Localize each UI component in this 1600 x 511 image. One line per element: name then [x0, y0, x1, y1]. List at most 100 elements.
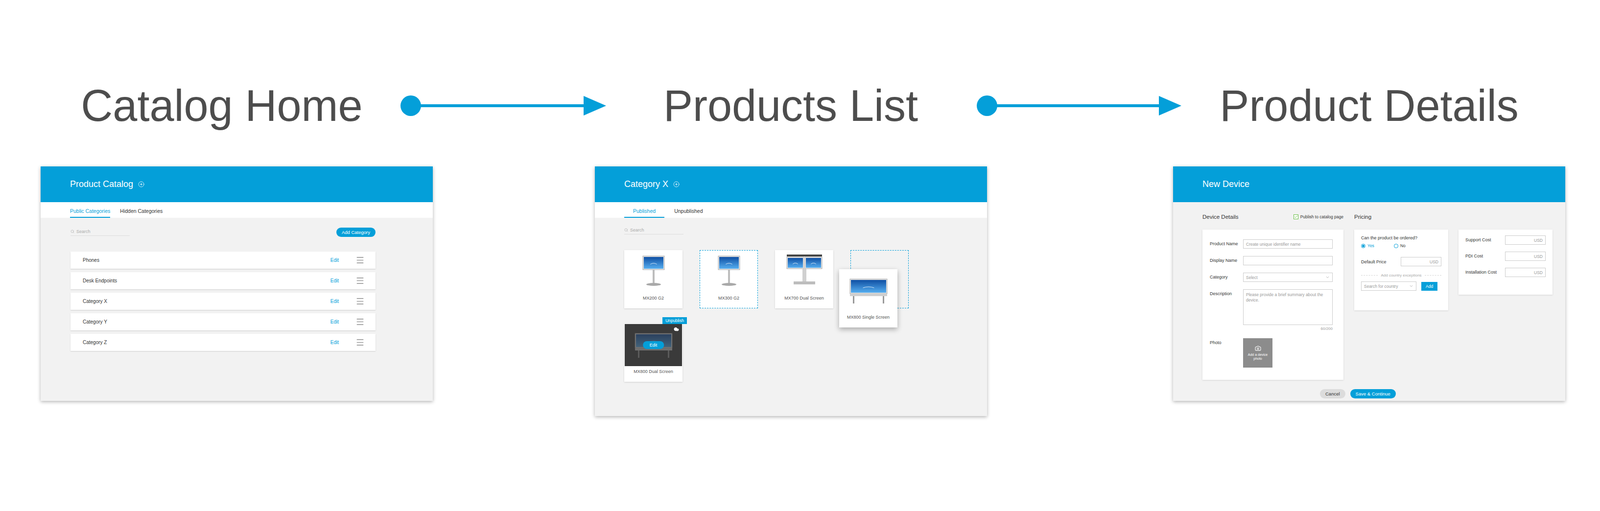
- country-exceptions-label: Add country exceptions: [1361, 273, 1442, 278]
- drop-placeholder: MX800 Single Screen: [850, 250, 909, 309]
- screens-row: Product CatalogPublic CategoriesHidden C…: [0, 166, 1600, 417]
- cost-row: Support Cost USD: [1465, 235, 1546, 245]
- tab[interactable]: Hidden Categories: [119, 208, 163, 218]
- field-label: Category: [1209, 272, 1244, 280]
- category-name: Category Z: [82, 339, 107, 346]
- save-button[interactable]: Save & Continue: [1350, 389, 1396, 399]
- tab[interactable]: Unpublished: [674, 208, 703, 218]
- cost-input[interactable]: USD: [1505, 251, 1546, 261]
- cloud-icon: [673, 326, 680, 332]
- radio-option[interactable]: No: [1393, 243, 1406, 249]
- product-card[interactable]: UnpublishEditMX800 Dual Screen: [624, 323, 683, 382]
- field-label: PDI Cost: [1465, 253, 1500, 259]
- description-input[interactable]: Please provide a brief summary about the…: [1243, 289, 1333, 326]
- unpublish-badge[interactable]: Unpublish: [662, 317, 687, 325]
- text-input[interactable]: [1243, 256, 1333, 266]
- field-label: Installation Cost: [1465, 269, 1500, 276]
- edit-button[interactable]: Edit: [642, 341, 665, 350]
- panel-header: Category X: [594, 166, 988, 203]
- flow-arrow-icon: [976, 93, 1182, 118]
- product-image: [839, 269, 897, 312]
- category-row[interactable]: Category XEdit: [70, 292, 376, 310]
- price-input[interactable]: USD: [1400, 257, 1442, 267]
- category-row[interactable]: Phones Edit: [70, 251, 376, 269]
- edit-link[interactable]: Edit: [330, 257, 339, 263]
- photo-upload[interactable]: Add a device photo: [1243, 338, 1273, 368]
- add-category-button[interactable]: Add Category: [336, 227, 376, 237]
- select-input[interactable]: Select: [1243, 272, 1333, 283]
- price-card: Can the product be ordered? Yes No Default …: [1354, 229, 1449, 311]
- product-card[interactable]: MX700 Dual Screen: [775, 250, 834, 309]
- product-card[interactable]: MX800 Single Screen: [839, 269, 898, 328]
- field-label: Product Name: [1209, 239, 1244, 247]
- radio-option[interactable]: Yes: [1361, 243, 1375, 249]
- field-label: Photo: [1209, 338, 1244, 346]
- cost-card: Support Cost USD PDI Cost USD Installation C…: [1458, 229, 1553, 295]
- category-name: Category Y: [82, 319, 108, 325]
- drag-handle-icon[interactable]: [355, 255, 365, 265]
- product-name: MX200 G2: [624, 292, 683, 305]
- edit-link[interactable]: Edit: [330, 278, 339, 284]
- cancel-button[interactable]: Cancel: [1319, 389, 1346, 399]
- tab[interactable]: Public Categories: [70, 208, 111, 218]
- cost-input[interactable]: USD: [1505, 235, 1546, 245]
- category-list: PhonesEditDesk EndpointsEditCategory XEd…: [70, 251, 376, 352]
- tab-strip: Published Unpublished: [594, 202, 988, 218]
- search-field[interactable]: Search: [624, 227, 684, 235]
- edit-link[interactable]: Edit: [330, 319, 339, 325]
- order-radio-group: Yes No: [1361, 243, 1442, 249]
- category-name: Phones: [82, 257, 100, 263]
- product-image: [775, 250, 833, 293]
- edit-link[interactable]: Edit: [330, 339, 339, 346]
- search-field[interactable]: Search: [70, 229, 130, 236]
- add-country-button[interactable]: Add: [1421, 282, 1438, 291]
- drag-handle-icon[interactable]: [355, 337, 365, 348]
- drag-handle-icon[interactable]: [355, 317, 365, 327]
- pricing-section: Pricing Can the product be ordered? Yes No D…: [1354, 211, 1553, 311]
- field-label: Default Price: [1361, 259, 1387, 265]
- default-price-row: Default Price USD: [1361, 257, 1442, 267]
- field-label: Support Cost: [1465, 237, 1500, 243]
- panel-body: Search MX200 G2 MX300 G2 MX700 Dual Screen M…: [594, 217, 988, 382]
- product-name: MX800 Single Screen: [839, 311, 897, 324]
- product-details-screen: New Device Device DetailsPublish to catal…: [1173, 166, 1566, 401]
- product-name: MX300 G2: [700, 292, 758, 305]
- flow-steps: Catalog HomeProducts ListProduct Details: [0, 83, 1600, 128]
- tab-strip: Public Categories Hidden Categories: [40, 202, 433, 218]
- category-row[interactable]: Category Y Edit: [70, 313, 376, 331]
- cost-input[interactable]: USD: [1505, 267, 1546, 278]
- country-select[interactable]: Search for country: [1361, 281, 1417, 291]
- products-list-screen: Category X Published Unpublished Search MX20…: [594, 166, 988, 417]
- char-counter: 60/200: [1243, 326, 1333, 331]
- cost-row: PDI Cost USD: [1465, 251, 1546, 261]
- order-question: Can the product be ordered?: [1361, 235, 1442, 241]
- tab[interactable]: Published: [624, 208, 665, 218]
- product-image: [700, 250, 758, 293]
- step-title: Product Details: [1217, 83, 1521, 128]
- category-row[interactable]: Desk EndpointsEdit: [70, 272, 376, 290]
- panel-body: SearchAdd CategoryPhonesEditDesk Endpoin…: [40, 217, 433, 352]
- flow-arrow-icon: [400, 93, 607, 118]
- text-input[interactable]: Create unique identifier name: [1243, 239, 1333, 249]
- drag-handle-icon[interactable]: [355, 296, 365, 306]
- product-image: Edit: [624, 324, 683, 367]
- category-row[interactable]: Category Z Edit: [70, 333, 376, 352]
- section-title: Pricing: [1354, 213, 1372, 220]
- field-label: Display Name: [1209, 256, 1244, 263]
- publish-checkbox[interactable]: Publish to catalog page: [1293, 214, 1344, 220]
- product-image: [624, 250, 683, 293]
- flow-diagram: Catalog HomeProducts ListProduct Details…: [0, 0, 1600, 511]
- panel-body: Device DetailsPublish to catalog pagePro…: [1173, 202, 1566, 399]
- device-image-icon: [708, 253, 750, 289]
- field-label: Description: [1209, 289, 1244, 297]
- product-card[interactable]: MX200 G2: [624, 250, 683, 309]
- panel-title: New Device: [1202, 179, 1250, 190]
- edit-link[interactable]: Edit: [330, 298, 339, 305]
- drag-handle-icon[interactable]: [355, 276, 365, 286]
- step-title: Products List: [659, 83, 922, 128]
- catalog-home-screen: Product CatalogPublic CategoriesHidden C…: [40, 166, 433, 401]
- toolbar: Search Add Category: [70, 227, 376, 237]
- add-icon[interactable]: [673, 181, 680, 188]
- product-card[interactable]: MX300 G2: [699, 250, 758, 309]
- add-icon[interactable]: [138, 181, 145, 188]
